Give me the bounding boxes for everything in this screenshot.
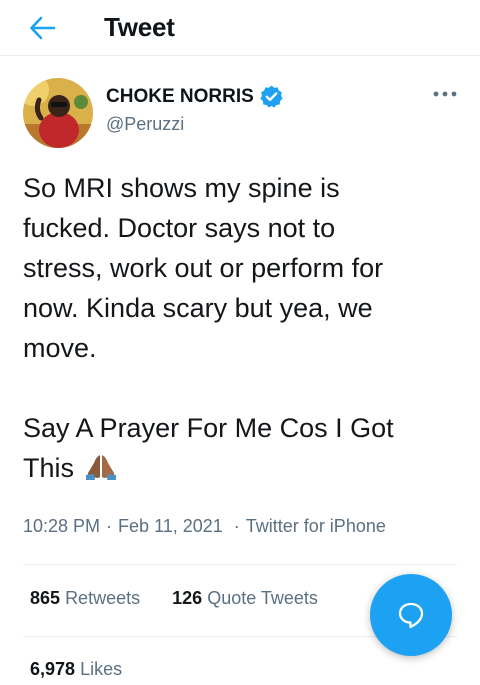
- tweet-time[interactable]: 10:28 PM: [23, 516, 100, 536]
- page-title: Tweet: [104, 12, 175, 42]
- tweet-line: stress, work out or perform for: [23, 253, 384, 283]
- likes-stat[interactable]: 6,978 Likes: [30, 659, 122, 680]
- tweet-line-last: This: [23, 448, 463, 488]
- reply-fab-button[interactable]: [370, 574, 452, 656]
- tweet-meta: 10:28 PM · Feb 11, 2021 · Twitter for iPhon…: [23, 516, 386, 536]
- tweet-source[interactable]: Twitter for iPhone: [246, 516, 386, 536]
- author-handle[interactable]: @Peruzzi: [106, 114, 184, 135]
- quote-tweets-stat[interactable]: 126 Quote Tweets: [172, 588, 318, 608]
- tweet-line: now. Kinda scary but yea, we: [23, 293, 373, 323]
- tweet-line: fucked. Doctor says not to: [23, 213, 336, 243]
- profile-photo: [23, 78, 93, 148]
- arrow-left-icon: [30, 16, 56, 40]
- verified-badge-icon: [259, 84, 284, 109]
- tweet-line: move.: [23, 333, 97, 363]
- avatar[interactable]: [23, 78, 93, 148]
- folded-hands-icon: [84, 451, 118, 481]
- tweet-line-text: This: [23, 453, 75, 483]
- more-options-button[interactable]: [432, 84, 458, 104]
- tweet-date[interactable]: Feb 11, 2021: [118, 516, 223, 536]
- tweet-line: Say A Prayer For Me Cos I Got: [23, 413, 394, 443]
- divider: [23, 564, 457, 565]
- tweet-spacer: [23, 368, 463, 408]
- top-bar: Tweet: [0, 0, 480, 56]
- back-button[interactable]: [28, 14, 58, 42]
- more-dots-icon: [433, 91, 457, 97]
- engagement-stats: 865 Retweets 126 Quote Tweets: [30, 588, 318, 609]
- retweets-stat[interactable]: 865 Retweets: [30, 588, 140, 608]
- compose-reply-icon: [398, 602, 424, 629]
- author-name[interactable]: CHOKE NORRIS: [106, 86, 254, 108]
- tweet-line: So MRI shows my spine is: [23, 173, 340, 203]
- tweet-body: So MRI shows my spine is fucked. Doctor …: [23, 168, 463, 488]
